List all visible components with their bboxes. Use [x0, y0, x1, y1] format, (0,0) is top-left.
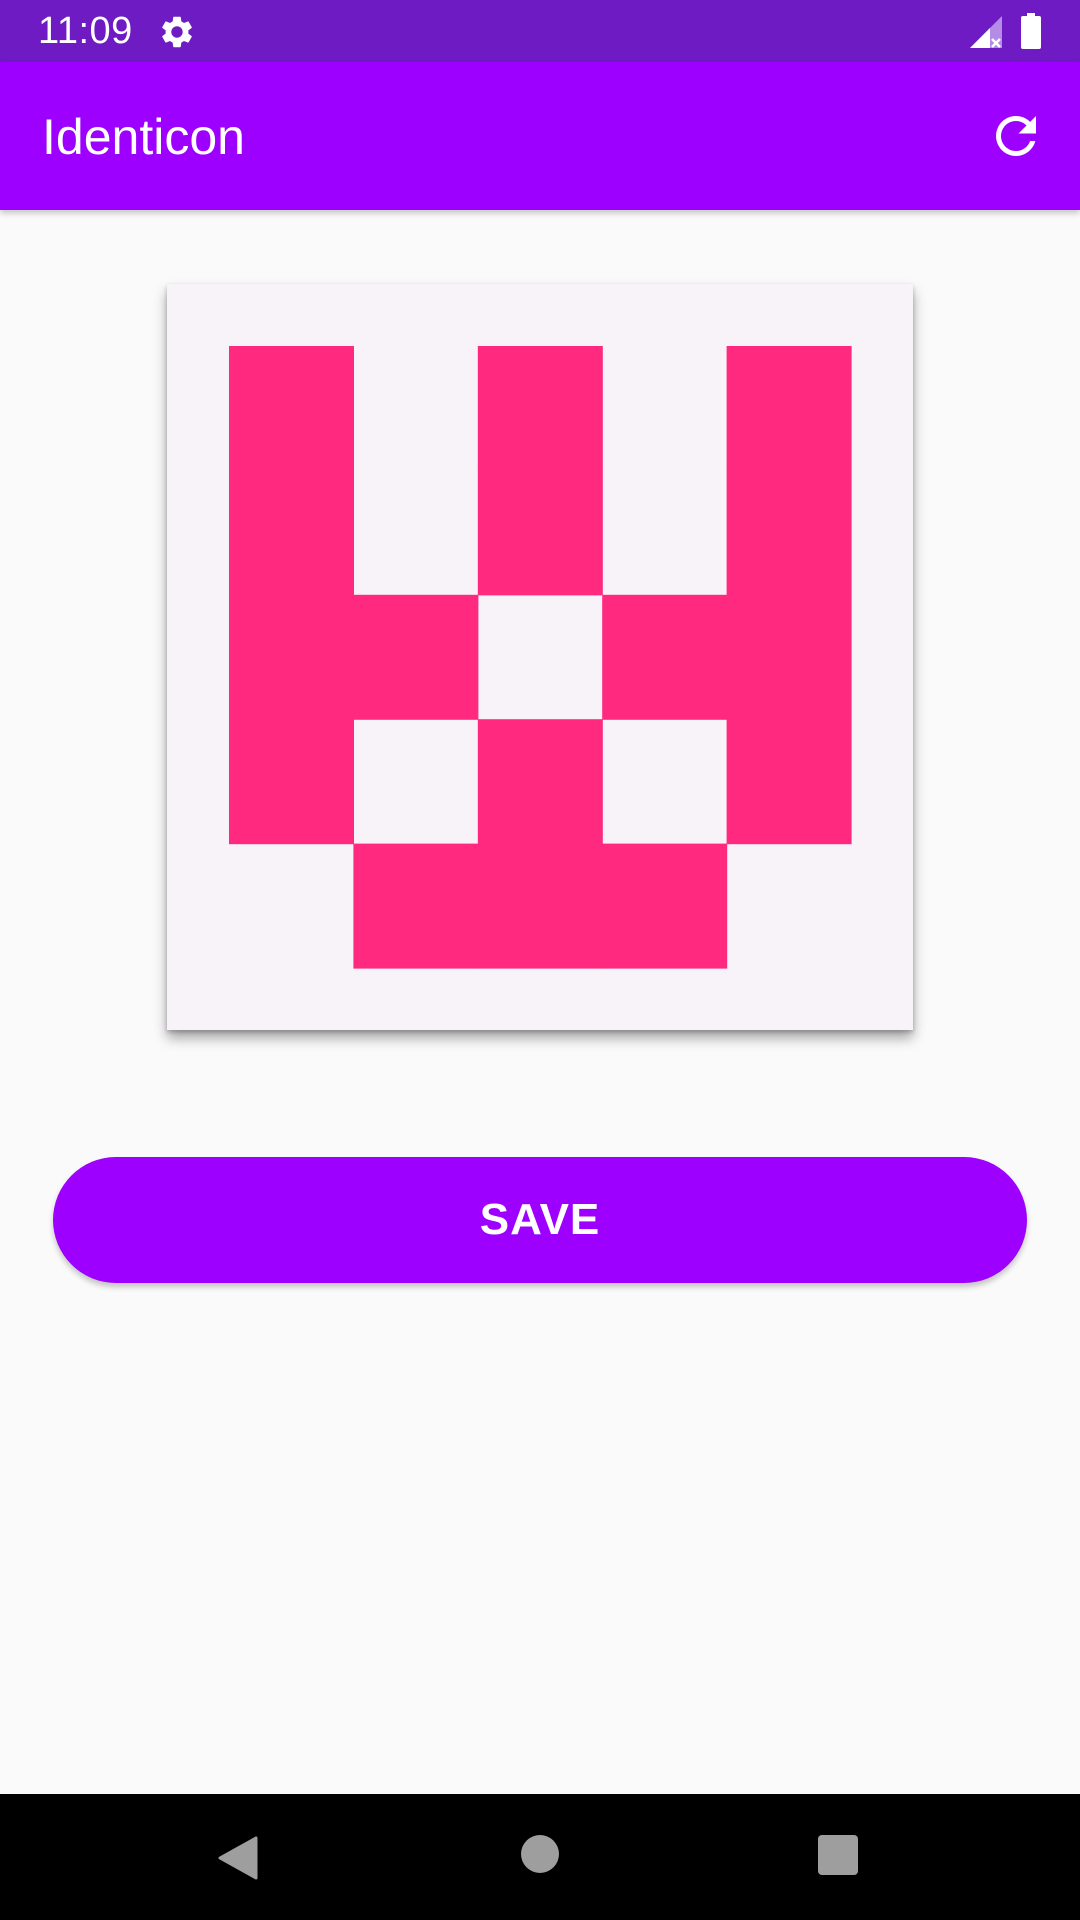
identicon-cell [229, 346, 354, 471]
app-title: Identicon [42, 109, 245, 165]
status-bar: 11:09 [0, 0, 1080, 62]
battery-icon [1021, 13, 1041, 49]
identicon-cell [477, 843, 603, 969]
save-button[interactable]: SAVE [53, 1157, 1027, 1283]
identicon-cell [602, 843, 728, 969]
identicon-cell [229, 719, 354, 845]
identicon-card [167, 284, 913, 1030]
home-button[interactable] [520, 1834, 560, 1874]
recents-icon [818, 1835, 858, 1875]
identicon-cell [726, 470, 852, 596]
signal-icon [968, 14, 1004, 50]
screen: 11:09 Identicon SAVE [0, 0, 1080, 1920]
identicon-cell [477, 470, 603, 596]
identicon-cell [477, 719, 603, 845]
nav-bar [0, 1794, 1080, 1920]
identicon-cell [726, 719, 852, 845]
identicon-cell [353, 843, 479, 969]
identicon-cell [229, 470, 354, 596]
identicon-cell [477, 346, 603, 471]
identicon-cell [353, 594, 479, 720]
home-icon [521, 1835, 559, 1873]
identicon-cell [229, 594, 354, 720]
refresh-icon [996, 116, 1036, 156]
gear-icon [158, 13, 196, 51]
identicon-cell [602, 594, 728, 720]
app-bar: Identicon [0, 62, 1080, 210]
identicon-cell [726, 594, 852, 720]
identicon-image [167, 284, 913, 1030]
status-time: 11:09 [38, 10, 133, 52]
identicon-cell [726, 346, 852, 471]
back-icon [218, 1836, 258, 1880]
refresh-button[interactable] [986, 106, 1046, 166]
recents-button[interactable] [818, 1834, 858, 1876]
back-button[interactable] [216, 1834, 260, 1882]
